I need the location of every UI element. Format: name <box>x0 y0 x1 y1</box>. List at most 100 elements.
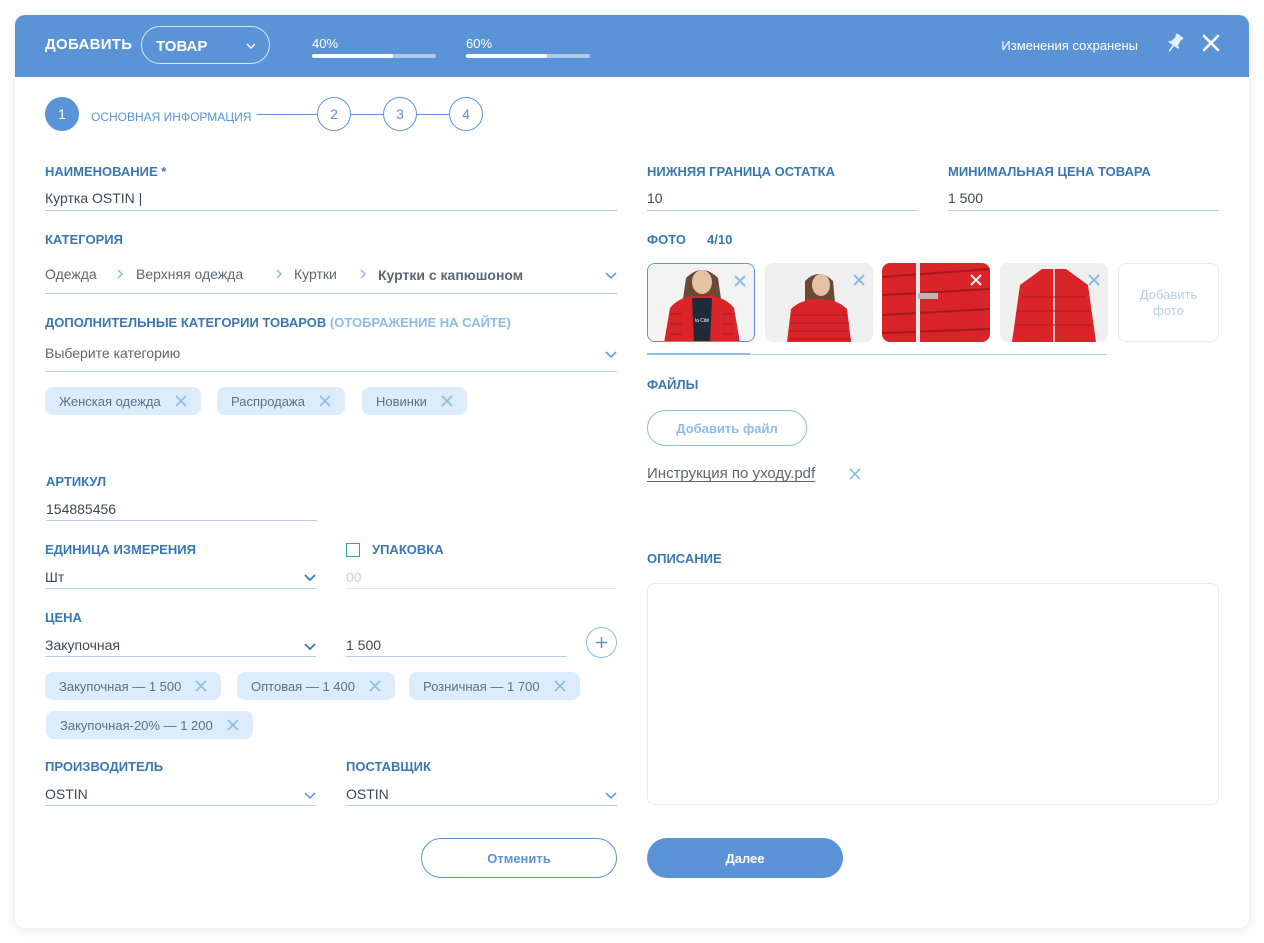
progress-bar-1: 40% <box>312 36 436 58</box>
progress-label: 60% <box>466 36 493 51</box>
remove-icon[interactable] <box>227 719 239 731</box>
category-underline <box>45 293 617 294</box>
chevron-down-icon[interactable] <box>605 788 617 806</box>
price-chip: Оптовая — 1 400 <box>237 672 395 700</box>
chip-label: Женская одежда <box>59 393 161 409</box>
photo-thumbnail[interactable] <box>765 263 873 342</box>
package-checkbox[interactable] <box>346 543 360 557</box>
package-label: УПАКОВКА <box>372 542 444 557</box>
add-file-label: Добавить файл <box>676 420 778 436</box>
progress-fill <box>312 54 393 58</box>
cancel-button[interactable]: Отменить <box>421 838 617 878</box>
plus-icon <box>595 636 608 654</box>
manufacturer-label: ПРОИЗВОДИТЕЛЬ <box>45 759 164 774</box>
category-breadcrumb[interactable]: Одежда Верхняя одежда Куртки Куртки с ка… <box>45 266 617 286</box>
package-input[interactable]: 00 <box>346 569 362 585</box>
add-photo-label: Добавить фото <box>1139 286 1198 318</box>
photo-thumbnail[interactable]: la Cité <box>647 263 755 342</box>
article-input[interactable]: 154885456 <box>46 501 116 517</box>
chevron-down-icon[interactable] <box>605 347 617 365</box>
category-chip: Женская одежда <box>45 387 201 415</box>
remove-photo-icon[interactable] <box>853 273 865 291</box>
stock-min-input[interactable]: 10 <box>647 190 663 206</box>
min-price-label: МИНИМАЛЬНАЯ ЦЕНА ТОВАРА <box>948 164 1151 179</box>
supplier-select[interactable]: OSTIN <box>346 786 389 802</box>
manufacturer-underline <box>45 805 316 806</box>
supplier-label: ПОСТАВЩИК <box>346 759 431 774</box>
manufacturer-select[interactable]: OSTIN <box>45 786 88 802</box>
remove-icon[interactable] <box>195 680 207 692</box>
chip-label: Розничная — 1 700 <box>423 678 540 694</box>
photo-thumbnail[interactable] <box>882 263 990 342</box>
chip-label: Новинки <box>376 393 427 409</box>
name-label: НАИМЕНОВАНИЕ * <box>45 164 167 179</box>
add-price-button[interactable] <box>586 627 617 658</box>
chip-label: Оптовая — 1 400 <box>251 678 355 694</box>
step-2[interactable]: 2 <box>317 97 351 131</box>
extra-categories-select[interactable]: Выберите категорию <box>45 345 180 361</box>
chevron-right-icon <box>275 267 283 285</box>
article-label: АРТИКУЛ <box>46 474 107 489</box>
description-textarea[interactable] <box>647 583 1219 805</box>
chevron-right-icon <box>359 267 367 285</box>
header-add-label: ДОБАВИТЬ <box>45 36 133 53</box>
unit-underline <box>45 588 316 589</box>
category-chip: Новинки <box>362 387 467 415</box>
remove-icon[interactable] <box>553 680 566 692</box>
price-underline <box>346 656 567 657</box>
photo-scroll-thumb[interactable] <box>647 353 750 355</box>
min-price-input[interactable]: 1 500 <box>948 190 983 206</box>
type-select-value: ТОВАР <box>156 38 208 55</box>
next-button[interactable]: Далее <box>647 838 843 878</box>
next-label: Далее <box>725 850 765 866</box>
breadcrumb-item[interactable]: Верхняя одежда <box>136 266 243 282</box>
photo-thumbnail[interactable] <box>1000 263 1108 342</box>
type-select[interactable]: ТОВАР <box>141 26 270 64</box>
step-1[interactable]: 1 <box>45 97 79 131</box>
step-4[interactable]: 4 <box>449 97 483 131</box>
chevron-down-icon[interactable] <box>304 788 316 806</box>
remove-photo-icon[interactable] <box>1088 273 1100 291</box>
close-icon[interactable] <box>1202 34 1220 57</box>
chevron-down-icon[interactable] <box>605 268 617 286</box>
remove-icon[interactable] <box>369 680 381 692</box>
price-chip: Розничная — 1 700 <box>409 672 580 700</box>
remove-photo-icon[interactable] <box>734 274 746 292</box>
chevron-down-icon[interactable] <box>304 639 316 657</box>
step-number: 1 <box>58 106 66 122</box>
add-file-button[interactable]: Добавить файл <box>647 410 807 446</box>
breadcrumb-current[interactable]: Куртки с капюшоном <box>378 267 523 283</box>
step-3[interactable]: 3 <box>383 97 417 131</box>
file-link[interactable]: Инструкция по уходу.pdf <box>647 465 815 482</box>
remove-photo-icon[interactable] <box>970 273 982 291</box>
cancel-label: Отменить <box>487 850 551 866</box>
remove-icon[interactable] <box>319 395 331 407</box>
price-type-select[interactable]: Закупочная <box>45 637 120 653</box>
remove-file-icon[interactable] <box>849 467 861 485</box>
step-number: 3 <box>396 106 404 122</box>
add-photo-button[interactable]: Добавить фото <box>1118 263 1219 342</box>
name-input[interactable]: Куртка OSTIN | <box>45 190 142 206</box>
step-connector <box>351 114 384 115</box>
price-input[interactable]: 1 500 <box>346 637 381 653</box>
modal-header: ДОБАВИТЬ ТОВАР 40% 60% Изменения сохране… <box>15 15 1249 77</box>
article-underline <box>46 520 317 521</box>
save-status: Изменения сохранены <box>1001 38 1138 53</box>
remove-icon[interactable] <box>441 395 453 407</box>
price-type-underline <box>45 656 316 657</box>
price-label: ЦЕНА <box>45 610 82 625</box>
breadcrumb-item[interactable]: Одежда <box>45 266 97 282</box>
step-1-title: ОСНОВНАЯ ИНФОРМАЦИЯ <box>91 110 252 124</box>
unit-select[interactable]: Шт <box>45 569 64 585</box>
chevron-down-icon <box>245 39 257 57</box>
supplier-underline <box>346 805 617 806</box>
remove-icon[interactable] <box>175 395 187 407</box>
breadcrumb-item[interactable]: Куртки <box>294 266 337 282</box>
chevron-right-icon <box>116 267 124 285</box>
chevron-down-icon[interactable] <box>304 570 316 588</box>
step-connector <box>417 114 450 115</box>
photos-count: 4/10 <box>707 232 733 247</box>
photos-label: ФОТО <box>647 232 686 247</box>
stock-min-underline <box>647 210 918 211</box>
pin-icon[interactable] <box>1165 32 1185 59</box>
